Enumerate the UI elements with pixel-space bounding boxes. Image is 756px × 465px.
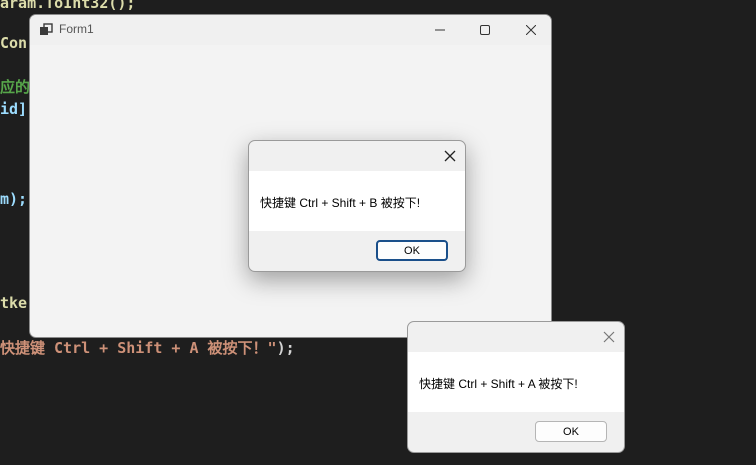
form1-title: Form1 bbox=[59, 22, 94, 36]
message-area: 快捷键 Ctrl + Shift + A 被按下! bbox=[408, 352, 624, 412]
dialog-close-button[interactable] bbox=[435, 144, 465, 168]
minimize-icon bbox=[435, 29, 445, 31]
code-line: Con bbox=[0, 34, 28, 52]
code-punct: ); bbox=[276, 339, 295, 357]
code-line: id] bbox=[0, 100, 28, 118]
dialog-message: 快捷键 Ctrl + Shift + A 被按下! bbox=[419, 377, 578, 391]
code-line: aram.ToInt32(); bbox=[0, 0, 136, 12]
maximize-icon bbox=[480, 25, 490, 35]
app-icon bbox=[40, 23, 53, 35]
ok-button[interactable]: OK bbox=[376, 240, 448, 261]
code-string: 快捷键 Ctrl + Shift + A 被按下！" bbox=[0, 339, 277, 357]
close-icon bbox=[526, 25, 536, 35]
dialog-close-button[interactable] bbox=[594, 325, 624, 349]
close-icon bbox=[444, 150, 456, 162]
dialog-message: 快捷键 Ctrl + Shift + B 被按下! bbox=[260, 196, 421, 210]
code-line: 快捷键 Ctrl + Shift + A 被按下！"); bbox=[0, 339, 295, 357]
message-box-b: 快捷键 Ctrl + Shift + B 被按下! OK bbox=[248, 140, 466, 272]
code-line: m); bbox=[0, 190, 28, 208]
message-area: 快捷键 Ctrl + Shift + B 被按下! bbox=[249, 171, 465, 231]
code-line: 应的 bbox=[0, 78, 31, 96]
code-line: tke bbox=[0, 294, 28, 312]
message-box-a: 快捷键 Ctrl + Shift + A 被按下! OK bbox=[407, 321, 625, 453]
form1-titlebar[interactable]: Form1 bbox=[30, 15, 551, 45]
close-icon bbox=[603, 331, 615, 343]
close-button[interactable] bbox=[508, 15, 551, 45]
maximize-button[interactable] bbox=[462, 15, 508, 45]
minimize-button[interactable] bbox=[417, 15, 463, 45]
ok-button[interactable]: OK bbox=[535, 421, 607, 442]
